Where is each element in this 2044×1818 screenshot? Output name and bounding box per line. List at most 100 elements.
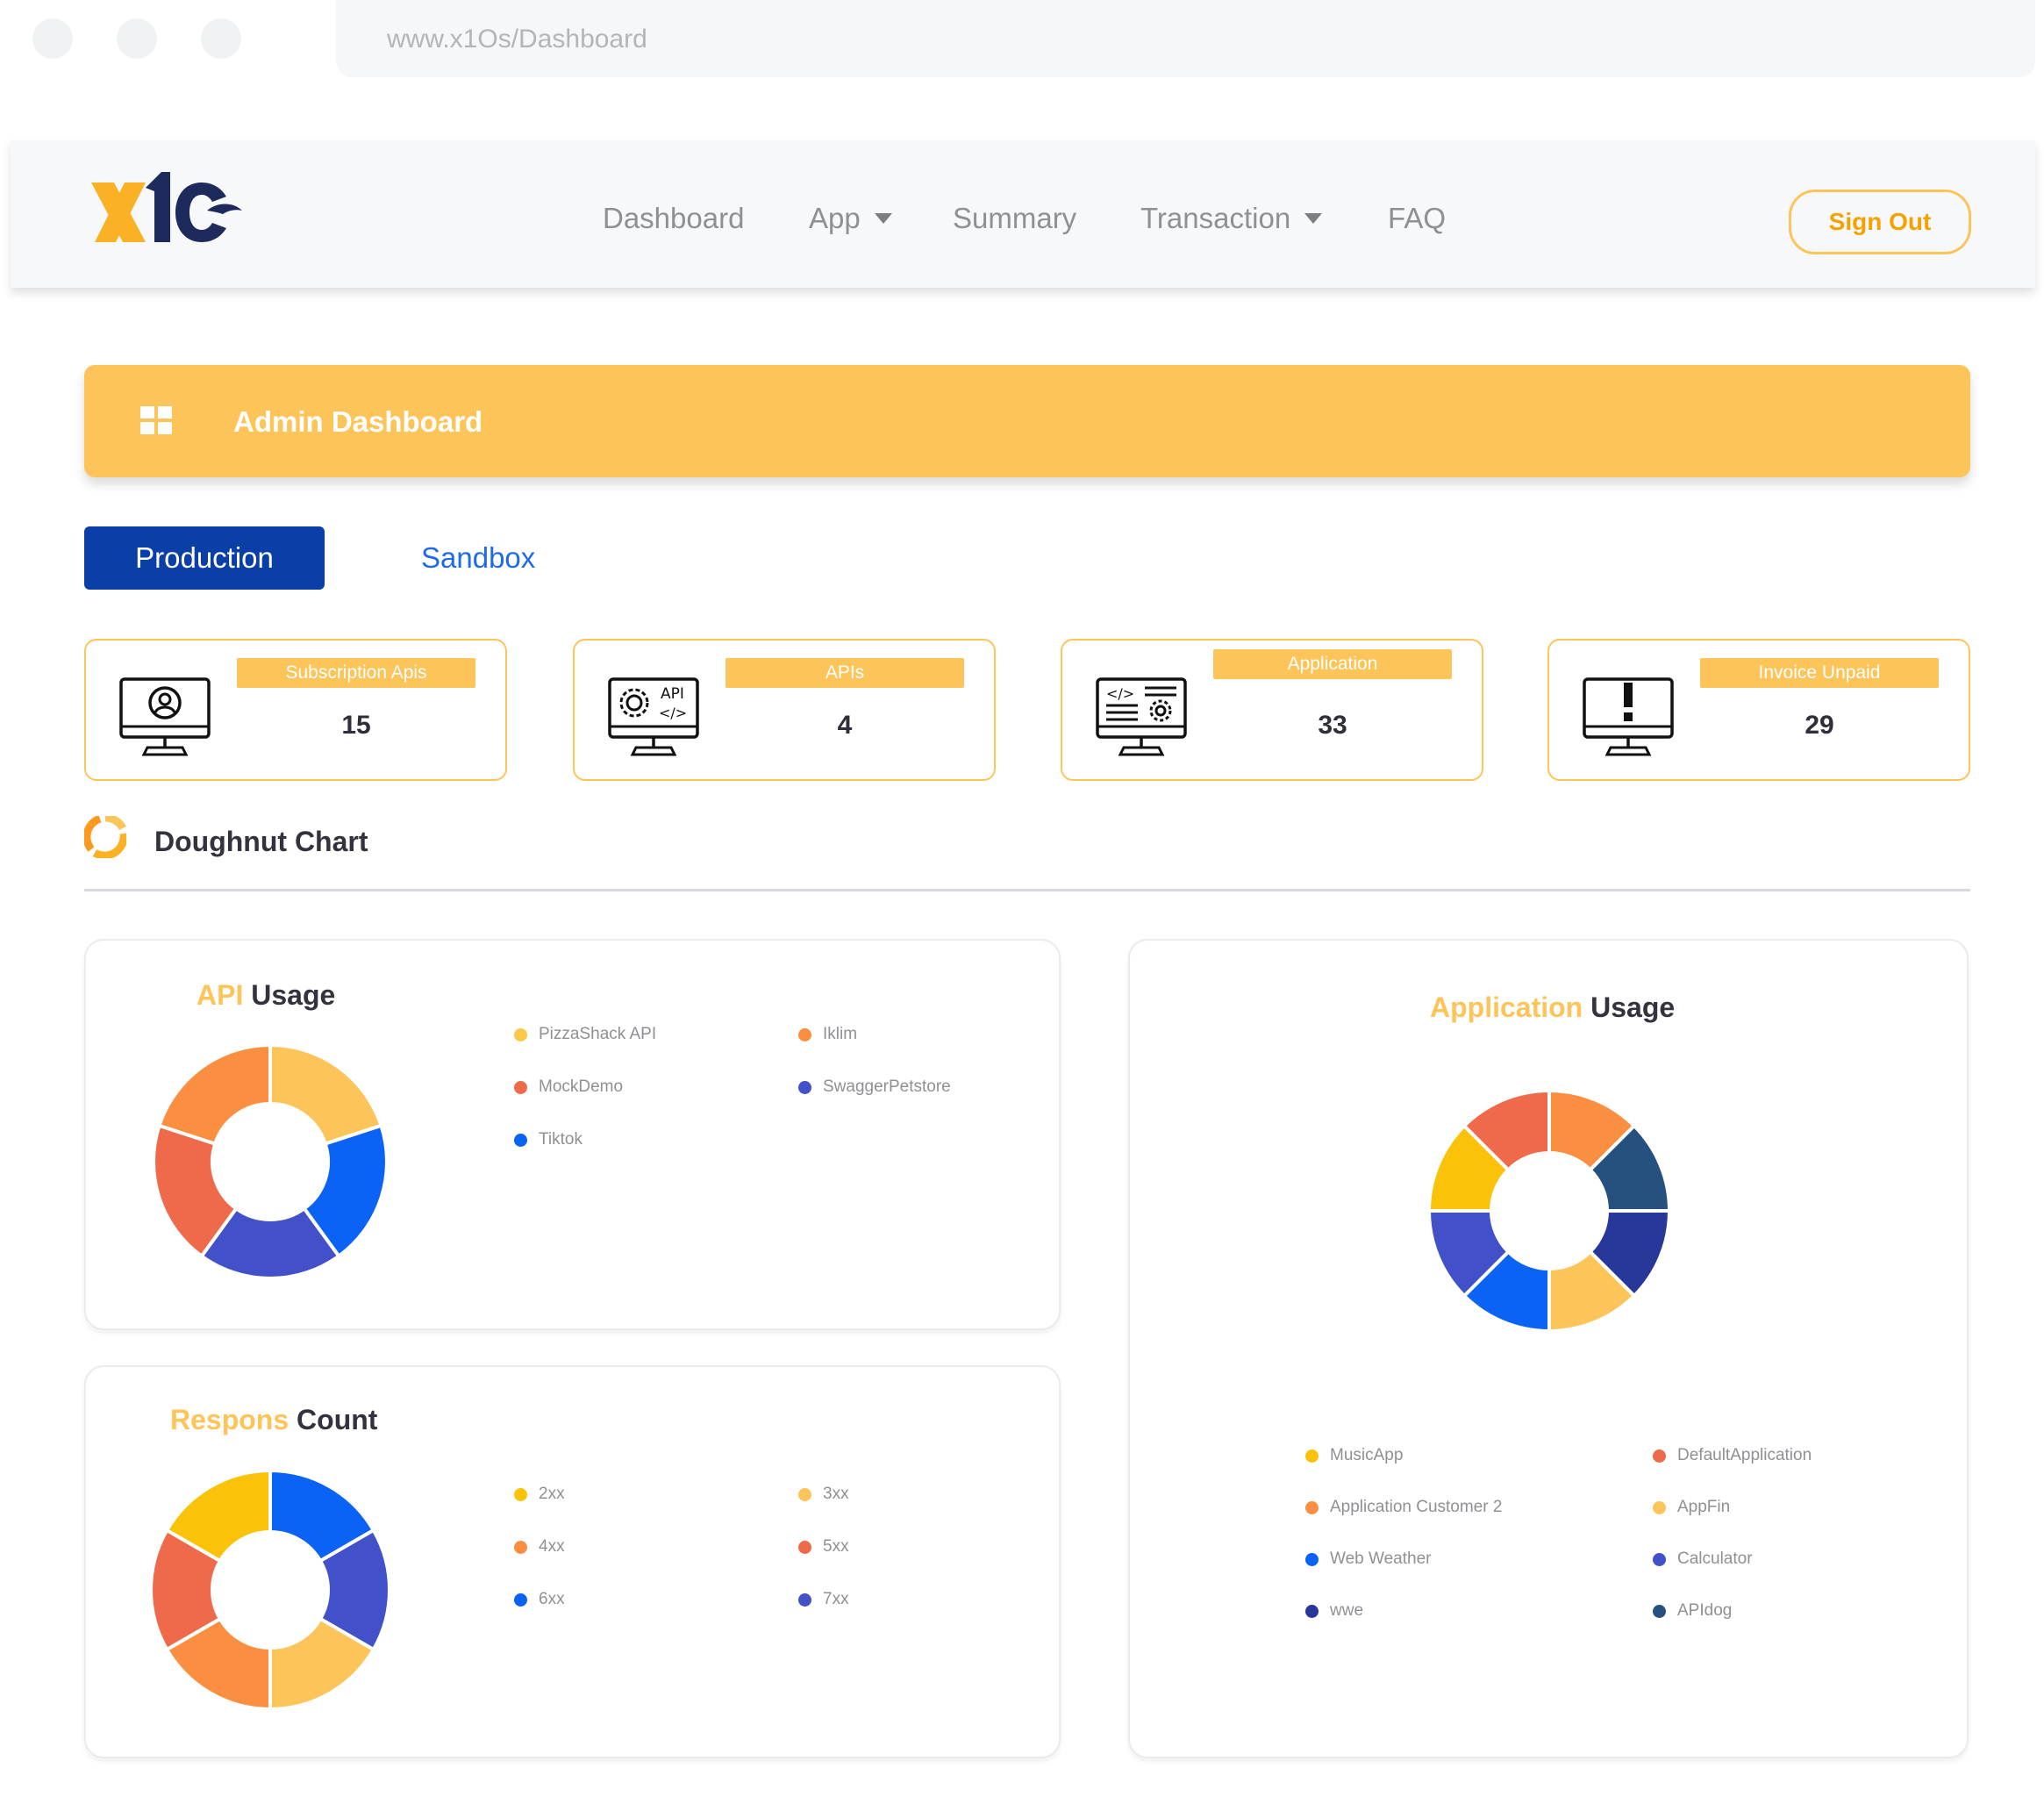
api-monitor-icon: API </> xyxy=(608,677,699,756)
nav-dashboard[interactable]: Dashboard xyxy=(603,202,744,235)
svg-text:</>: </> xyxy=(1106,685,1134,702)
legend-swatch xyxy=(1653,1500,1666,1514)
admin-dashboard-banner: Admin Dashboard xyxy=(84,365,1970,477)
legend-label: MockDemo xyxy=(539,1077,624,1096)
legend-item-2xx[interactable]: 2xx xyxy=(514,1485,565,1504)
legend-item-swaggerpetstore[interactable]: SwaggerPetstore xyxy=(798,1077,951,1097)
legend-swatch xyxy=(1653,1604,1666,1618)
legend-label: 4xx xyxy=(539,1537,565,1556)
legend-swatch xyxy=(798,1487,811,1501)
legend-label: Calculator xyxy=(1677,1550,1753,1568)
nav-transaction[interactable]: Transaction xyxy=(1140,202,1323,235)
window-dot-minimize[interactable] xyxy=(117,18,157,59)
stat-label: Application xyxy=(1213,649,1452,679)
stat-value: 4 xyxy=(837,711,853,740)
stat-card-apis[interactable]: API </> APIs 4 xyxy=(573,639,996,781)
x1os-logo[interactable] xyxy=(89,170,247,246)
legend-swatch xyxy=(1305,1604,1319,1618)
slice-pizzashack-api[interactable] xyxy=(268,1042,384,1147)
legend-item-iklim[interactable]: Iklim xyxy=(798,1025,857,1044)
caret-down-icon xyxy=(1304,213,1323,224)
nav-dashboard-label: Dashboard xyxy=(603,202,745,234)
stat-card-invoice-unpaid[interactable]: Invoice Unpaid 29 xyxy=(1547,639,1970,781)
stat-value: 15 xyxy=(341,711,371,740)
legend-item-web-weather[interactable]: Web Weather xyxy=(1305,1550,1431,1569)
stat-card-subscription-apis[interactable]: Subscription Apis 15 xyxy=(84,639,507,781)
nav-summary-label: Summary xyxy=(953,202,1077,234)
legend-item-apidog[interactable]: APIdog xyxy=(1653,1601,1732,1621)
legend-label: Web Weather xyxy=(1330,1550,1432,1568)
legend-swatch xyxy=(514,1027,527,1041)
sign-out-button[interactable]: Sign Out xyxy=(1789,190,1971,254)
section-title: Doughnut Chart xyxy=(154,826,368,857)
nav-summary[interactable]: Summary xyxy=(953,202,1076,235)
window-dot-close[interactable] xyxy=(32,18,73,59)
legend-item-defaultapplication[interactable]: DefaultApplication xyxy=(1653,1446,1812,1465)
legend-label: Iklim xyxy=(823,1025,858,1043)
address-bar[interactable]: www.x1Os/Dashboard xyxy=(336,0,2035,77)
user-monitor-icon xyxy=(119,677,211,756)
legend-item-mockdemo[interactable]: MockDemo xyxy=(514,1077,623,1097)
application-usage-panel: Application Usage MusicApp DefaultApplica… xyxy=(1128,939,1969,1758)
legend-label: 5xx xyxy=(823,1537,849,1556)
legend-label: PizzaShack API xyxy=(539,1025,657,1043)
legend-swatch xyxy=(514,1593,527,1607)
stat-card-application[interactable]: </> Application 33 xyxy=(1061,639,1483,781)
legend-label: 2xx xyxy=(539,1485,565,1503)
legend-swatch xyxy=(1305,1500,1319,1514)
legend-swatch xyxy=(514,1080,527,1094)
stat-label: Subscription Apis xyxy=(237,658,475,688)
application-usage-doughnut xyxy=(1426,1088,1672,1334)
legend-item-wwe[interactable]: wwe xyxy=(1305,1601,1363,1621)
nav-faq-label: FAQ xyxy=(1388,202,1447,234)
section-divider xyxy=(84,889,1970,891)
legend-swatch xyxy=(1305,1449,1319,1463)
legend-swatch xyxy=(1305,1552,1319,1566)
legend-swatch xyxy=(798,1027,811,1041)
page-title: Admin Dashboard xyxy=(233,405,483,438)
legend-item-6xx[interactable]: 6xx xyxy=(514,1590,565,1609)
response-count-panel: Respons Count 2xx 3xx 4xx 5xx 6xx 7xx xyxy=(84,1365,1061,1758)
legend-item-musicapp[interactable]: MusicApp xyxy=(1305,1446,1403,1465)
legend-swatch xyxy=(514,1487,527,1501)
nav-faq[interactable]: FAQ xyxy=(1388,202,1446,235)
top-navbar: Dashboard App Summary Transaction FAQ Si… xyxy=(11,140,2035,288)
alert-monitor-icon xyxy=(1583,677,1674,756)
legend-item-5xx[interactable]: 5xx xyxy=(798,1537,849,1557)
legend-label: DefaultApplication xyxy=(1677,1446,1812,1464)
legend-item-3xx[interactable]: 3xx xyxy=(798,1485,849,1504)
stat-value: 33 xyxy=(1318,711,1347,740)
window-dot-maximize[interactable] xyxy=(201,18,241,59)
legend-swatch xyxy=(514,1133,527,1147)
api-usage-panel: API Usage PizzaShack API Iklim MockDemo Swa… xyxy=(84,939,1061,1330)
legend-item-calculator[interactable]: Calculator xyxy=(1653,1550,1753,1569)
tab-sandbox[interactable]: Sandbox xyxy=(421,541,535,575)
legend-label: SwaggerPetstore xyxy=(823,1077,951,1096)
tab-production[interactable]: Production xyxy=(84,526,325,590)
legend-swatch xyxy=(1653,1552,1666,1566)
legend-item-7xx[interactable]: 7xx xyxy=(798,1590,849,1609)
legend-swatch xyxy=(798,1593,811,1607)
legend-label: 6xx xyxy=(539,1590,565,1608)
address-bar-url: www.x1Os/Dashboard xyxy=(387,25,647,54)
slice-iklim[interactable] xyxy=(156,1042,272,1147)
legend-swatch xyxy=(798,1540,811,1554)
doughnut-icon xyxy=(84,816,126,858)
legend-label: MusicApp xyxy=(1330,1446,1404,1464)
legend-item-pizzashack-api[interactable]: PizzaShack API xyxy=(514,1025,656,1044)
legend-item-4xx[interactable]: 4xx xyxy=(514,1537,565,1557)
caret-down-icon xyxy=(874,213,892,224)
legend-item-appfin[interactable]: AppFin xyxy=(1653,1498,1730,1517)
legend-label: wwe xyxy=(1330,1601,1364,1620)
legend-item-application-customer-2[interactable]: Application Customer 2 xyxy=(1305,1498,1502,1517)
legend-swatch xyxy=(798,1080,811,1094)
stat-label: Invoice Unpaid xyxy=(1700,658,1939,688)
stat-value: 29 xyxy=(1805,711,1834,740)
legend-label: Tiktok xyxy=(539,1130,582,1149)
legend-label: AppFin xyxy=(1677,1498,1731,1516)
nav-app[interactable]: App xyxy=(809,202,892,235)
legend-label: Application Customer 2 xyxy=(1330,1498,1503,1516)
legend-swatch xyxy=(514,1540,527,1554)
legend-item-tiktok[interactable]: Tiktok xyxy=(514,1130,582,1149)
nav-transaction-label: Transaction xyxy=(1140,202,1291,234)
